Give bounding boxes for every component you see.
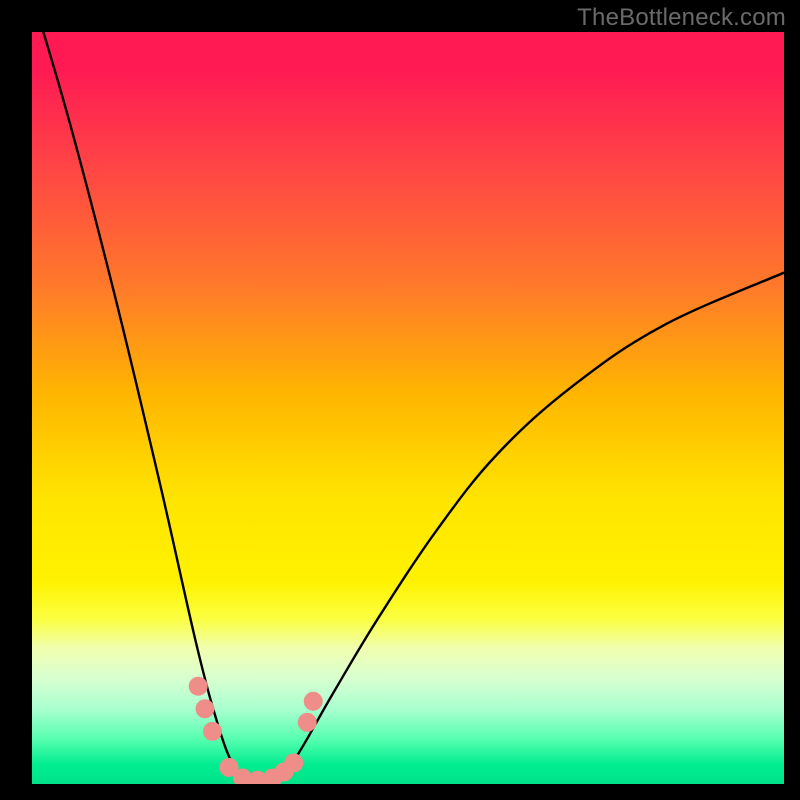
bottleneck-curve	[32, 32, 784, 784]
marker-dot	[203, 722, 222, 741]
marker-dot	[304, 692, 323, 711]
marker-dot	[284, 753, 303, 772]
chart-plot-area	[32, 32, 784, 784]
marker-dot	[189, 677, 208, 696]
watermark-text: TheBottleneck.com	[577, 4, 786, 32]
marker-dot	[298, 713, 317, 732]
chart-svg	[32, 32, 784, 784]
marker-dot	[195, 699, 214, 718]
chart-frame: TheBottleneck.com	[0, 0, 800, 800]
